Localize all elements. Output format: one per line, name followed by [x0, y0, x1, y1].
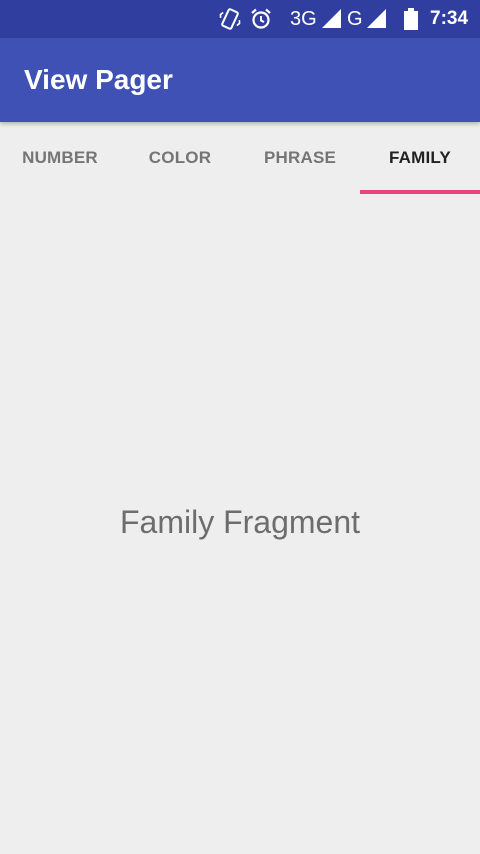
network-g-label: G — [347, 8, 363, 30]
tab-family[interactable]: FAMILY — [360, 122, 480, 194]
tab-indicator — [360, 190, 480, 194]
tab-bar: NUMBER COLOR PHRASE FAMILY — [0, 122, 480, 194]
tab-label: COLOR — [148, 148, 212, 167]
battery-icon — [404, 0, 418, 38]
fragment-text: Family Fragment — [119, 504, 361, 540]
app-bar: View Pager — [0, 38, 480, 122]
fragment-content[interactable]: Family Fragment — [0, 194, 480, 854]
tab-color[interactable]: COLOR — [120, 122, 240, 194]
network-3g-label: 3G — [290, 8, 317, 30]
tab-label: PHRASE — [263, 148, 337, 167]
app-title: View Pager — [24, 64, 173, 95]
tab-label: NUMBER — [22, 148, 98, 167]
alarm-icon — [249, 0, 273, 38]
tab-number[interactable]: NUMBER — [0, 122, 120, 194]
clock: 7:34 — [430, 8, 469, 29]
tab-label: FAMILY — [389, 148, 451, 167]
screen: 3G G 7:34 View Pager NUMBER COLOR PHRASE… — [0, 0, 480, 854]
vibrate-icon — [218, 0, 242, 38]
signal-3g-icon — [322, 0, 342, 38]
tab-phrase[interactable]: PHRASE — [240, 122, 360, 194]
signal-g-icon — [367, 0, 387, 38]
status-bar: 3G G 7:34 — [0, 0, 480, 38]
